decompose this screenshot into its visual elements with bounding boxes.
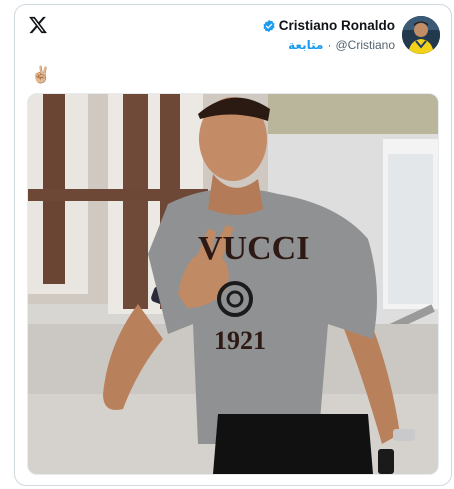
author-row[interactable]: Cristiano Ronaldo	[262, 18, 395, 33]
x-logo-icon[interactable]	[28, 15, 48, 35]
shirt-year-text: 1921	[214, 326, 266, 355]
follow-button[interactable]: متابعة	[288, 38, 323, 52]
separator-dot: ·	[327, 38, 332, 52]
tweet-text: ✌🏼	[31, 67, 51, 84]
shirt-brand-text: VUCCI	[198, 230, 309, 267]
tweet-card[interactable]: Cristiano Ronaldo متابعة · @Cristiano ✌🏼	[14, 4, 452, 486]
author-subline: متابعة · @Cristiano	[288, 38, 395, 52]
avatar[interactable]	[402, 16, 440, 54]
tweet-photo[interactable]: VUCCI 1921	[27, 93, 439, 475]
author-name[interactable]: Cristiano Ronaldo	[279, 18, 395, 33]
verified-badge-icon	[263, 19, 275, 32]
author-handle[interactable]: @Cristiano	[335, 38, 395, 52]
